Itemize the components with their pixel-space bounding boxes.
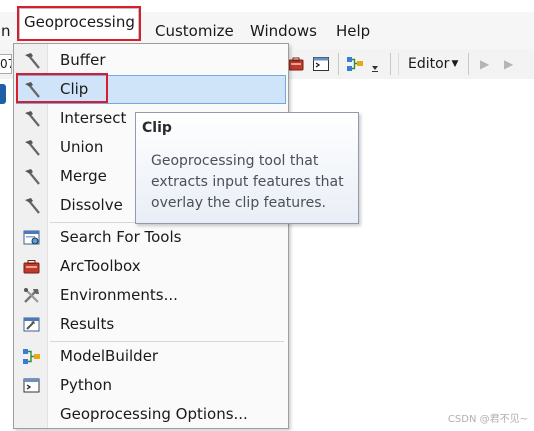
menu-item-label: Merge bbox=[60, 167, 107, 185]
menu-windows[interactable]: Windows bbox=[247, 18, 320, 44]
edit-tool-icon[interactable]: ▶ bbox=[480, 57, 494, 71]
menu-item-arctoolbox[interactable]: ArcToolbox bbox=[16, 252, 286, 281]
edit-annotation-icon[interactable]: ▶ bbox=[504, 57, 518, 71]
hammer-icon bbox=[22, 196, 42, 216]
search-window-icon bbox=[22, 228, 42, 248]
toolbar-options-icon[interactable] bbox=[369, 55, 381, 73]
modelbuilder-icon bbox=[22, 347, 42, 367]
toolbar-separator bbox=[390, 53, 391, 75]
menu-item-clip[interactable]: Clip bbox=[16, 75, 286, 104]
menu-item-search-for-tools[interactable]: Search For Tools bbox=[16, 223, 286, 252]
python-window-icon[interactable] bbox=[312, 55, 330, 73]
geoprocessing-dropdown: Buffer Clip Intersect Union Merge Dissol… bbox=[13, 43, 289, 429]
menu-item-python[interactable]: Python bbox=[16, 371, 286, 400]
hammer-icon bbox=[22, 138, 42, 158]
toolbox-icon bbox=[22, 257, 42, 277]
environments-icon bbox=[22, 286, 42, 306]
hammer-icon bbox=[22, 51, 42, 71]
clip-tooltip: Clip Geoprocessing tool that extracts in… bbox=[135, 112, 359, 224]
menu-item-geoprocessing-options[interactable]: Geoprocessing Options... bbox=[16, 400, 286, 429]
tooltip-title: Clip bbox=[142, 120, 172, 136]
menu-item-label: ArcToolbox bbox=[60, 257, 141, 275]
scale-field[interactable]: 07 bbox=[0, 54, 12, 74]
menu-item-label: Intersect bbox=[60, 109, 127, 127]
menu-item-label: Geoprocessing Options... bbox=[60, 405, 248, 423]
menu-geoprocessing[interactable]: Geoprocessing bbox=[17, 6, 141, 41]
menu-customize[interactable]: Customize bbox=[152, 18, 237, 44]
hammer-icon bbox=[22, 80, 42, 100]
menu-help[interactable]: Help bbox=[333, 18, 373, 44]
tooltip-body: Geoprocessing tool that extracts input f… bbox=[151, 153, 344, 211]
menu-item-label: ModelBuilder bbox=[60, 347, 159, 365]
menu-item-label: Python bbox=[60, 376, 112, 394]
menu-item-label: Results bbox=[60, 315, 115, 333]
menu-item-label: Clip bbox=[60, 80, 89, 98]
menu-item-environments[interactable]: Environments... bbox=[16, 281, 286, 310]
menu-item-label: Dissolve bbox=[60, 196, 123, 214]
watermark: CSDN @君不见~ bbox=[447, 414, 528, 425]
menu-item-label: Environments... bbox=[60, 286, 178, 304]
menu-item-buffer[interactable]: Buffer bbox=[16, 46, 286, 75]
results-icon bbox=[22, 315, 42, 335]
editor-menu-button[interactable]: Editor ▼ bbox=[408, 54, 458, 74]
hammer-icon bbox=[22, 109, 42, 129]
python-icon bbox=[22, 376, 42, 396]
arcmap-window: n Customize Windows Help 07 bbox=[0, 0, 534, 431]
menu-item-results[interactable]: Results bbox=[16, 310, 286, 339]
menu-previous-item[interactable]: n bbox=[0, 18, 14, 44]
toolbar-grip bbox=[398, 53, 399, 75]
toolbar-separator bbox=[468, 53, 469, 75]
arctoolbox-icon[interactable] bbox=[287, 55, 305, 73]
partial-toolbar-icon bbox=[0, 84, 6, 104]
hammer-icon bbox=[22, 167, 42, 187]
modelbuilder-icon[interactable] bbox=[346, 55, 364, 73]
menu-item-label: Search For Tools bbox=[60, 228, 182, 246]
editor-label: Editor bbox=[408, 56, 450, 72]
dropdown-caret-icon: ▼ bbox=[451, 59, 459, 69]
toolbar-separator bbox=[338, 53, 339, 75]
menu-item-label: Union bbox=[60, 138, 104, 156]
menu-item-modelbuilder[interactable]: ModelBuilder bbox=[16, 342, 286, 371]
menu-item-label: Buffer bbox=[60, 51, 106, 69]
